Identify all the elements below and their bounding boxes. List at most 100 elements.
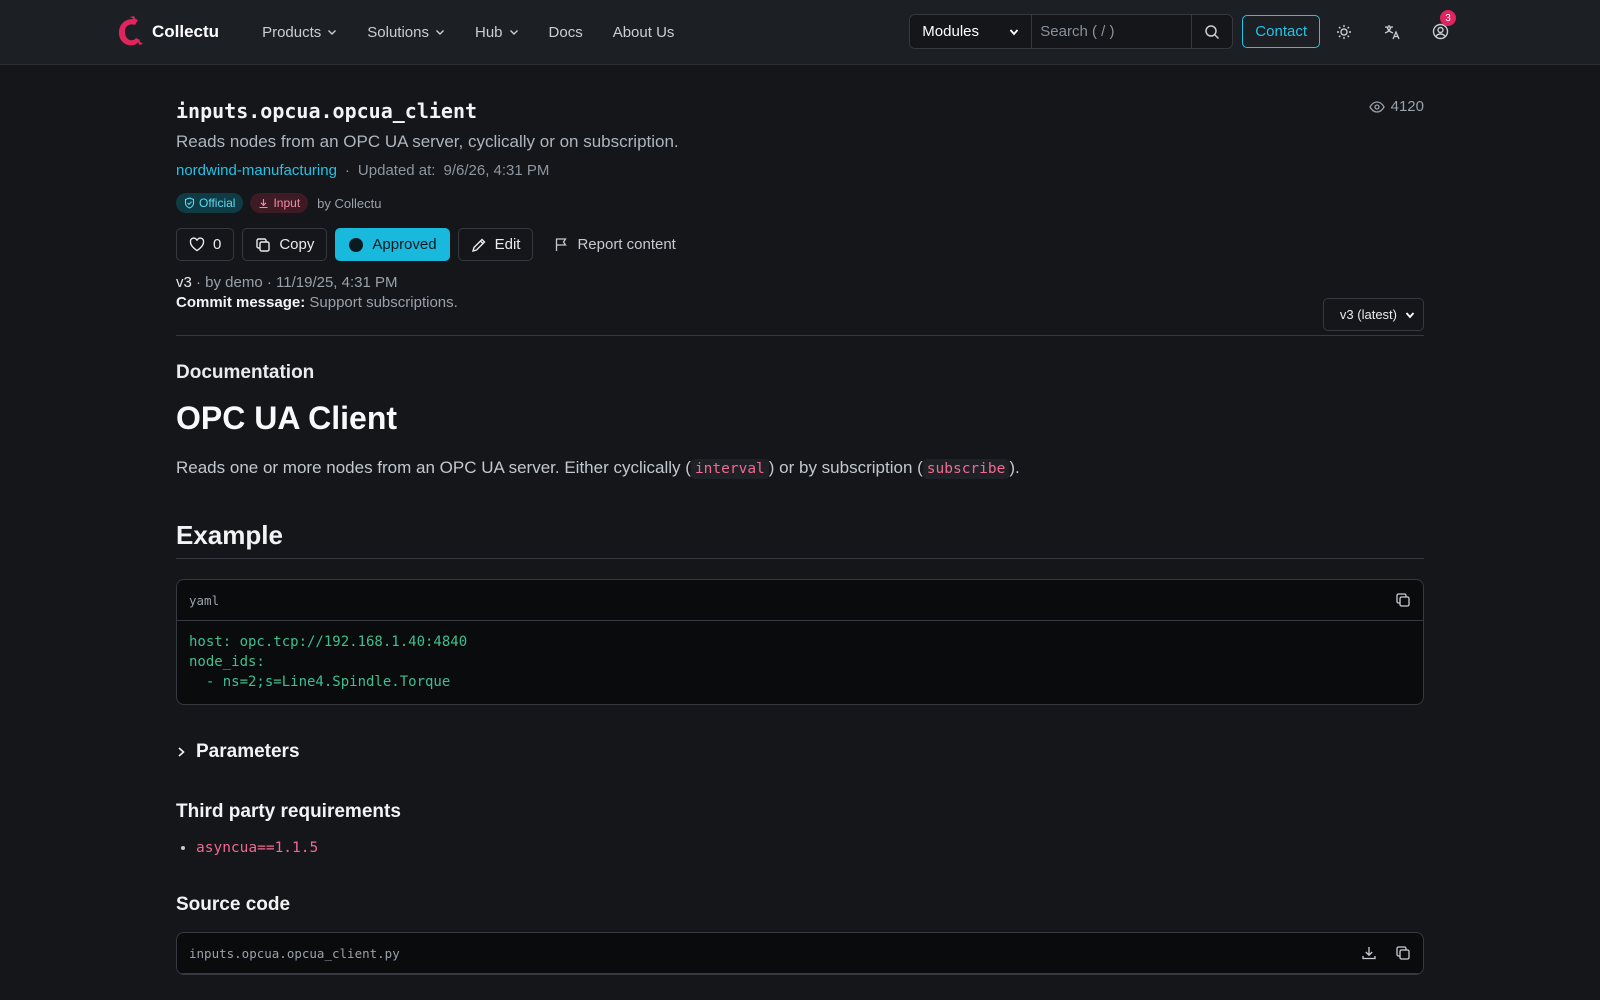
collectu-logo-icon: [118, 16, 143, 46]
copy-icon[interactable]: [1395, 945, 1411, 961]
doc-intro-mid: ) or by subscription (: [768, 458, 923, 477]
requirements-list: asyncua==1.1.5: [176, 840, 1424, 856]
parameters-label: Parameters: [196, 741, 300, 762]
shield-check-icon: [184, 197, 195, 209]
search-input[interactable]: Search ( / ): [1032, 15, 1193, 48]
module-title: inputs.opcua.opcua_client: [176, 99, 478, 123]
brand-name: Collectu: [152, 22, 220, 41]
edit-button[interactable]: Edit: [457, 228, 534, 261]
download-icon[interactable]: [1361, 945, 1377, 961]
inline-code-interval: interval: [690, 459, 769, 479]
nav-products-label: Products: [262, 23, 322, 41]
theme-toggle-button[interactable]: [1320, 14, 1368, 49]
source-code-header: inputs.opcua.opcua_client.py: [177, 933, 1423, 974]
search-scope-value: Modules: [922, 23, 979, 40]
source-filename: inputs.opcua.opcua_client.py: [189, 945, 400, 961]
requirement-item: asyncua==1.1.5: [196, 840, 1424, 856]
nav-hub[interactable]: Hub: [460, 24, 534, 41]
inline-code-subscribe: subscribe: [922, 459, 1010, 479]
view-count: 4120: [1368, 98, 1424, 115]
doc-title: OPC UA Client: [176, 400, 398, 436]
module-page: 4120 inputs.opcua.opcua_client Reads nod…: [176, 65, 1424, 975]
chevron-right-icon: [178, 747, 185, 757]
search-icon: [1205, 24, 1220, 39]
version-info: v3 · by demo · 11/19/25, 4:31 PM: [176, 274, 1424, 291]
module-badges: Official Input by Collectu: [176, 193, 1424, 213]
chevron-down-icon: [509, 30, 518, 35]
code-header: yaml: [177, 580, 1423, 621]
copy-button[interactable]: Copy: [242, 228, 328, 261]
copy-label: Copy: [279, 236, 315, 253]
translate-icon: [1384, 24, 1400, 39]
requirements-heading: Third party requirements: [176, 801, 401, 822]
official-badge-label: Official: [199, 196, 236, 210]
download-icon: [259, 198, 268, 208]
parameters-toggle[interactable]: Parameters: [176, 741, 1424, 763]
approved-button[interactable]: Approved: [335, 228, 450, 261]
source-actions: [1361, 945, 1411, 961]
status-dot-icon: [349, 237, 364, 252]
version-select[interactable]: v3 (latest): [1322, 298, 1424, 331]
updated-date: 9/6/26, 4:31 PM: [443, 162, 550, 179]
eye-icon: [1368, 100, 1385, 113]
nav-solutions[interactable]: Solutions: [352, 24, 460, 41]
contact-button[interactable]: Contact: [1242, 15, 1320, 48]
nav-solutions-label: Solutions: [367, 23, 429, 41]
top-navbar: Collectu Products Solutions Hub Docs Abo…: [0, 0, 1600, 65]
commit-text: Support subscriptions.: [305, 294, 458, 311]
nav-docs-label: Docs: [548, 23, 583, 41]
version-select-value: v3 (latest): [1339, 307, 1397, 322]
module-description: Reads nodes from an OPC UA server, cycli…: [176, 132, 679, 151]
doc-intro-post: ).: [1009, 458, 1020, 477]
search-button[interactable]: [1192, 15, 1233, 48]
official-badge: Official: [176, 193, 244, 213]
module-meta: nordwind-manufacturing · Updated at: 9/6…: [176, 162, 1424, 179]
like-count: 0: [213, 236, 222, 253]
meta-separator: ·: [344, 162, 350, 179]
copy-icon: [256, 237, 271, 252]
search-scope-select[interactable]: Modules: [910, 15, 1033, 48]
nav-about[interactable]: About Us: [598, 24, 690, 41]
language-button[interactable]: [1368, 14, 1416, 49]
pencil-icon: [471, 238, 486, 252]
notification-badge: 3: [1440, 10, 1456, 26]
example-heading: Example: [176, 520, 1424, 559]
divider: [176, 335, 1424, 336]
organization-link[interactable]: nordwind-manufacturing: [176, 162, 337, 179]
doc-intro: Reads one or more nodes from an OPC UA s…: [176, 458, 1424, 479]
chevron-down-icon: [1405, 311, 1415, 318]
nav-right: Modules Search ( / ) Contact 3: [909, 10, 1464, 49]
source-code-block: inputs.opcua.opcua_client.py: [176, 932, 1424, 975]
nav-about-label: About Us: [612, 23, 675, 41]
view-count-value: 4120: [1390, 98, 1424, 115]
brand-link[interactable]: Collectu: [116, 16, 219, 48]
heart-icon: [189, 237, 205, 252]
input-badge: Input: [250, 193, 309, 213]
search-group: Modules Search ( / ): [909, 14, 1234, 49]
commit-message: Commit message: Support subscriptions.: [176, 294, 1424, 311]
doc-intro-pre: Reads one or more nodes from an OPC UA s…: [176, 458, 691, 477]
input-badge-label: Input: [273, 196, 301, 210]
documentation-heading: Documentation: [176, 362, 315, 383]
copy-icon[interactable]: [1395, 592, 1411, 608]
edit-label: Edit: [494, 236, 521, 253]
version-tag: v3: [176, 274, 192, 291]
like-button[interactable]: 0: [176, 228, 235, 261]
chevron-down-icon: [328, 30, 337, 35]
commit-label: Commit message:: [176, 294, 306, 311]
version-details: · by demo · 11/19/25, 4:31 PM: [191, 274, 398, 291]
nav-products[interactable]: Products: [247, 24, 352, 41]
nav-links: Products Solutions Hub Docs About Us: [247, 24, 689, 41]
report-button[interactable]: Report content: [541, 228, 688, 261]
approved-label: Approved: [372, 236, 437, 253]
search-placeholder: Search ( / ): [1040, 23, 1115, 40]
flag-icon: [556, 238, 568, 251]
code-body: host: opc.tcp://192.168.1.40:4840 node_i…: [189, 634, 468, 690]
chevron-down-icon: [435, 30, 444, 35]
sun-icon: [1337, 24, 1351, 39]
updated-label: Updated at:: [357, 162, 436, 179]
chevron-down-icon: [1010, 28, 1019, 35]
nav-docs[interactable]: Docs: [534, 24, 598, 41]
account-button[interactable]: 3: [1416, 10, 1464, 49]
nav-hub-label: Hub: [474, 23, 503, 41]
